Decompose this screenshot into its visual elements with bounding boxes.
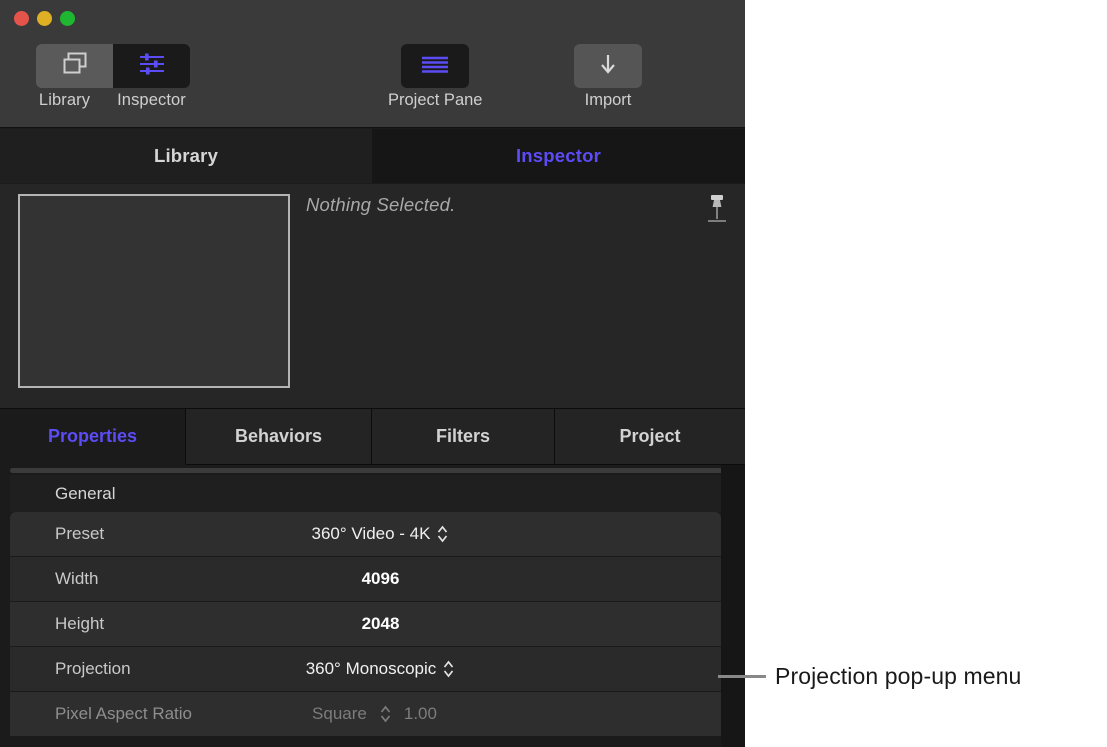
pixel-aspect-ratio-number: 1.00 [404,704,437,724]
toolbar-inspector-label: Inspector [103,91,200,110]
inspector-preview-area: Nothing Selected. [0,184,745,409]
pane-selector-tabs: Library Inspector [0,129,745,183]
window-controls [14,11,75,26]
toolbar-project-pane-group: Project Pane [388,44,482,110]
chevron-updown-icon[interactable] [436,524,449,544]
row-width-value[interactable]: 4096 [10,569,721,589]
tab-behaviors[interactable]: Behaviors [186,409,372,465]
sliders-icon [137,51,167,82]
preview-thumbnail [18,194,290,388]
pane-tab-inspector[interactable]: Inspector [372,129,745,183]
row-preset-value-wrap[interactable]: 360° Video - 4K [10,524,721,544]
properties-rows: Preset 360° Video - 4K Width [10,512,721,737]
arrow-down-icon [597,51,619,82]
library-inspector-segmented-control [36,44,190,88]
tab-properties[interactable]: Properties [0,409,186,465]
window-titlebar: Library Inspector Project [0,0,745,128]
projection-popup-value: 360° Monoscopic [306,659,437,679]
chevron-updown-icon [379,704,392,724]
close-window-button[interactable] [14,11,29,26]
horizontal-scrollbar[interactable] [10,468,730,473]
properties-section-general[interactable]: General [10,475,721,512]
projection-popup-menu[interactable]: 360° Monoscopic [10,659,721,679]
screenshot-root: Library Inspector Project [0,0,1107,747]
windows-stack-icon [60,51,90,82]
section-title-general: General [55,484,115,504]
vertical-scrollbar-gutter[interactable] [721,465,745,747]
toolbar-inspector-button[interactable] [113,44,190,88]
inspector-tab-strip: Properties Behaviors Filters Project [0,409,745,465]
toolbar-import-group: Import [574,44,642,110]
tab-project[interactable]: Project [555,409,745,465]
row-height-value[interactable]: 2048 [10,614,721,634]
toolbar-library-button[interactable] [36,44,113,88]
minimize-window-button[interactable] [37,11,52,26]
pane-tab-library[interactable]: Library [0,129,372,183]
library-inspector-labels: Library Inspector [26,91,200,110]
chevron-updown-icon[interactable] [442,659,455,679]
tab-filters[interactable]: Filters [372,409,555,465]
library-inspector-toolbar-group: Library Inspector [26,44,200,110]
row-pixel-aspect-ratio-value-wrap: Square 1.00 [10,704,721,724]
zoom-window-button[interactable] [60,11,75,26]
callout-leader-line [718,675,766,678]
row-width[interactable]: Width 4096 [10,557,721,602]
row-height[interactable]: Height 2048 [10,602,721,647]
toolbar-project-pane-button[interactable] [401,44,469,88]
motion-app-window: Library Inspector Project [0,0,745,747]
selection-status-text: Nothing Selected. [306,194,455,216]
preset-popup-value: 360° Video - 4K [312,524,431,544]
toolbar-project-pane-label: Project Pane [388,91,482,110]
pushpin-icon[interactable] [703,192,731,226]
row-pixel-aspect-ratio: Pixel Aspect Ratio Square 1.00 [10,692,721,737]
toolbar-library-label: Library [26,91,103,110]
row-preset[interactable]: Preset 360° Video - 4K [10,512,721,557]
pixel-aspect-ratio-popup-value: Square [312,704,367,724]
callout-label: Projection pop-up menu [775,663,1021,690]
properties-panel: General Preset 360° Video - 4K [0,465,745,747]
lines-list-icon [418,53,452,80]
toolbar-import-button[interactable] [574,44,642,88]
toolbar-import-label: Import [585,91,632,110]
row-projection[interactable]: Projection 360° Monoscopic [10,647,721,692]
callout-projection-popup-menu: Projection pop-up menu [718,663,1021,690]
